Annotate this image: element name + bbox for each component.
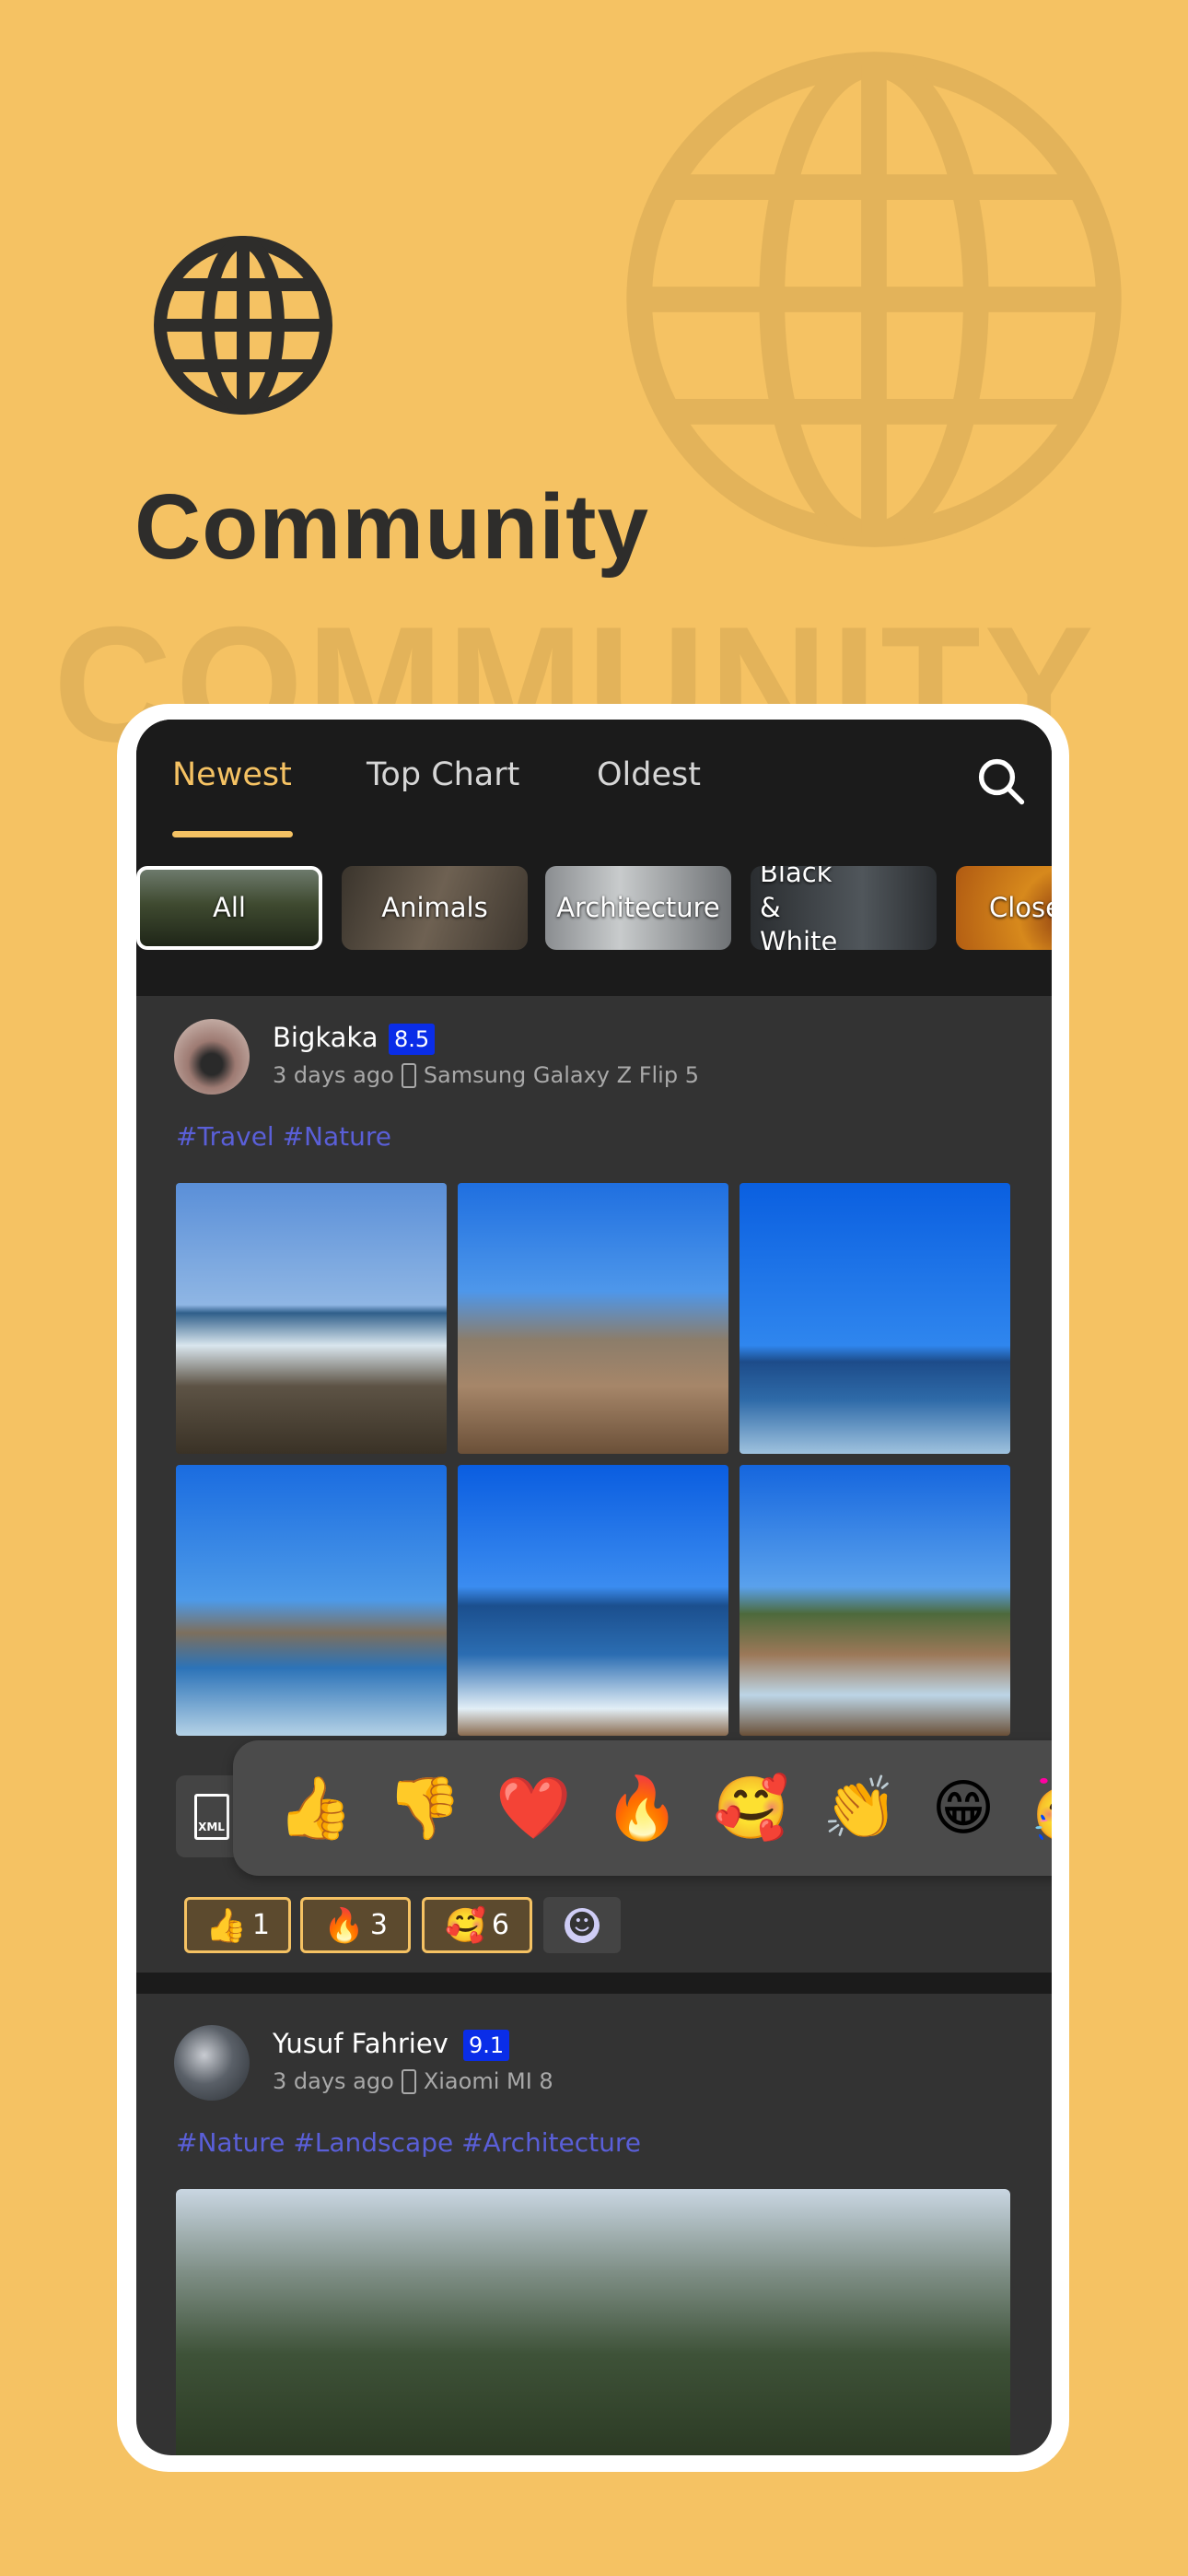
add-reaction-button[interactable]: ☻ [543,1897,621,1953]
thumbs-down-icon[interactable]: 👎 [387,1777,462,1839]
reaction-smiling-hearts[interactable]: 🥰 6 [422,1897,532,1953]
score-badge: 9.1 [463,2030,510,2061]
smiley-icon: ☻ [565,1907,600,1943]
avatar[interactable] [174,1019,250,1095]
category-label: All [213,891,246,923]
feed-header: Newest Top Chart Oldest All Animals Arch… [136,720,1052,996]
reaction-thumbs-up[interactable]: 👍 1 [184,1897,291,1953]
post-device: Samsung Galaxy Z Flip 5 [423,1062,699,1088]
category-label: Architecture [556,891,720,923]
tab-top-chart[interactable]: Top Chart [367,756,519,793]
category-label: Animals [381,891,488,923]
emoji-reaction-picker: 👍 👎 ❤️ 🔥 🥰 👏 😁 🥳 [233,1740,1052,1876]
category-animals[interactable]: Animals [342,866,528,950]
active-tab-indicator [172,831,293,837]
reaction-count: 6 [491,1909,509,1941]
score-badge: 8.5 [389,1024,436,1055]
phone-icon [401,2068,416,2094]
fire-icon: 🔥 [323,1906,365,1945]
app-screen: Newest Top Chart Oldest All Animals Arch… [136,720,1052,2455]
heart-icon[interactable]: ❤️ [495,1777,571,1839]
reaction-count: 3 [369,1909,388,1941]
post-hashtags[interactable]: #Travel #Nature [176,1121,391,1152]
category-close[interactable]: Close [956,866,1052,950]
post-time: 3 days ago [273,2068,394,2094]
post-time: 3 days ago [273,1062,394,1088]
post-meta: 3 days ago Xiaomi MI 8 [273,2068,553,2094]
post-photo[interactable] [740,1465,1010,1736]
party-icon[interactable]: 🥳 [1029,1777,1052,1839]
avatar[interactable] [174,2025,250,2101]
post-username[interactable]: Yusuf Fahriev [273,2028,448,2059]
post-divider [136,1973,1052,1994]
fire-icon[interactable]: 🔥 [604,1777,680,1839]
post-photo[interactable] [458,1183,728,1454]
post-photo[interactable] [176,1465,447,1736]
phone-icon [401,1062,416,1088]
post-photo[interactable] [458,1465,728,1736]
category-label: Close [989,891,1052,923]
tab-newest[interactable]: Newest [172,756,292,793]
page-title: Community [134,475,649,579]
thumbs-up-icon[interactable]: 👍 [277,1777,353,1839]
thumbs-up-icon: 👍 [205,1906,247,1945]
grin-icon[interactable]: 😁 [932,1777,996,1839]
post-device: Xiaomi MI 8 [423,2068,553,2094]
xml-file-icon: XML [193,1793,229,1840]
globe-icon [154,236,332,415]
post-photo[interactable] [176,2189,1010,2455]
smiling-hearts-icon: 🥰 [445,1906,486,1945]
smiling-hearts-icon[interactable]: 🥰 [714,1777,789,1839]
clapping-icon[interactable]: 👏 [822,1777,898,1839]
search-icon[interactable] [976,756,1026,806]
tab-oldest[interactable]: Oldest [597,756,701,793]
category-architecture[interactable]: Architecture [545,866,731,950]
post-hashtags[interactable]: #Nature #Landscape #Architecture [176,2127,641,2158]
post-photo[interactable] [740,1183,1010,1454]
category-all[interactable]: All [136,866,322,950]
watermark-globe-icon [626,52,1122,547]
reaction-fire[interactable]: 🔥 3 [300,1897,411,1953]
category-label: Black & White [760,866,838,950]
post-meta: 3 days ago Samsung Galaxy Z Flip 5 [273,1062,699,1088]
category-black-white[interactable]: Black & White [751,866,937,950]
post-photo[interactable] [176,1183,447,1454]
post-username[interactable]: Bigkaka [273,1022,378,1053]
reaction-count: 1 [251,1909,270,1941]
